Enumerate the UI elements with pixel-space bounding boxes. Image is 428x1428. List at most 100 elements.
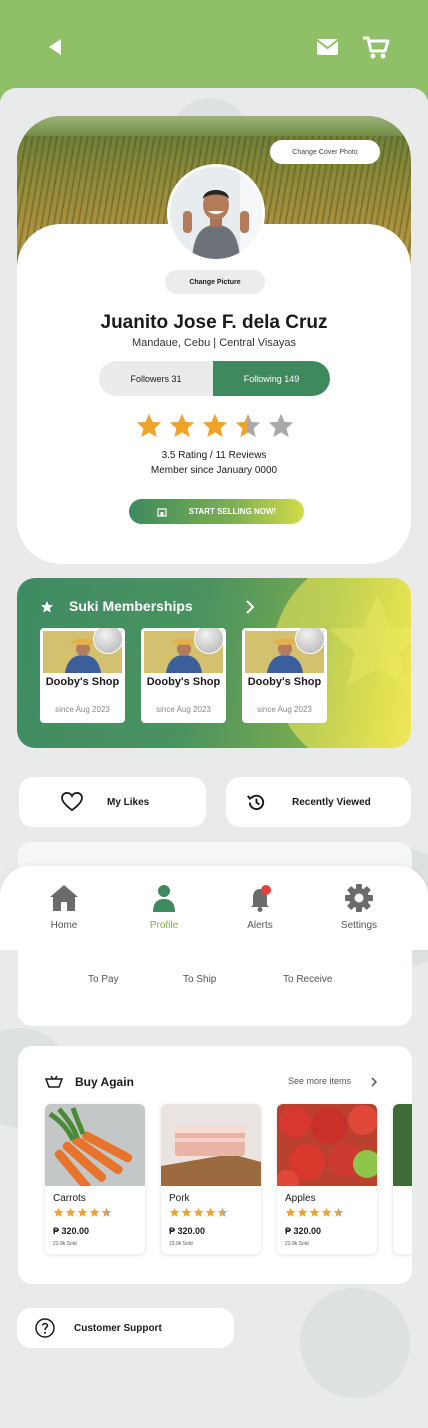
star-icon bbox=[53, 1207, 64, 1217]
suki-shop-card[interactable]: Dooby's Shop since Aug 2023 bbox=[242, 628, 327, 723]
basket-icon bbox=[45, 1075, 63, 1088]
nav-profile[interactable]: Profile bbox=[124, 884, 204, 931]
star-icon bbox=[65, 1207, 76, 1217]
home-icon bbox=[50, 885, 78, 911]
half-star-icon bbox=[101, 1207, 112, 1217]
star-icon bbox=[193, 1207, 204, 1217]
followers-button[interactable]: Followers 31 bbox=[99, 361, 213, 396]
help-icon bbox=[35, 1318, 55, 1338]
star-icon bbox=[77, 1207, 88, 1217]
buy-again-section: Buy Again See more items Carrots ₱ 320.0… bbox=[18, 1046, 412, 1284]
product-price: ₱ 320.00 bbox=[285, 1226, 322, 1236]
nav-alerts-label: Alerts bbox=[247, 920, 273, 931]
buy-again-title: Buy Again bbox=[75, 1075, 134, 1089]
product-image bbox=[277, 1104, 377, 1186]
cart-icon[interactable] bbox=[362, 36, 390, 60]
profile-card: Change Cover Photo Change Picture Juanit… bbox=[17, 116, 411, 564]
product-name: Pork bbox=[169, 1193, 190, 1204]
shop-since: since Aug 2023 bbox=[156, 705, 211, 714]
shop-name: Dooby's Shop bbox=[146, 676, 221, 688]
shop-name: Dooby's Shop bbox=[45, 676, 120, 688]
star-icon bbox=[285, 1207, 296, 1217]
star-icon bbox=[40, 600, 54, 613]
customer-support-button[interactable]: Customer Support bbox=[17, 1308, 234, 1348]
product-sold: 23.9k Sold bbox=[169, 1241, 193, 1247]
half-star-icon bbox=[235, 413, 261, 438]
suki-shop-card[interactable]: Dooby's Shop since Aug 2023 bbox=[141, 628, 226, 723]
rating-summary: 3.5 Rating / 11 Reviews bbox=[161, 450, 267, 461]
shop-name: Dooby's Shop bbox=[247, 676, 322, 688]
star-icon bbox=[309, 1207, 320, 1217]
to-pay-tab[interactable]: To Pay bbox=[88, 974, 119, 985]
mail-icon[interactable] bbox=[316, 38, 339, 56]
product-sold: 23.9k Sold bbox=[285, 1241, 309, 1247]
top-bar bbox=[0, 0, 428, 100]
nav-settings-label: Settings bbox=[340, 920, 378, 931]
member-since: Member since January 0000 bbox=[150, 465, 278, 476]
product-image bbox=[45, 1104, 145, 1186]
product-rating-stars bbox=[169, 1207, 231, 1219]
suki-title: Suki Memberships bbox=[69, 598, 193, 614]
product-price: ₱ 320.00 bbox=[53, 1226, 90, 1236]
suki-memberships-card[interactable]: Suki Memberships Dooby's Shop since Aug … bbox=[17, 578, 411, 748]
bottom-navigation: Home Profile Alerts Settings bbox=[0, 866, 428, 950]
product-name: Apples bbox=[285, 1193, 316, 1204]
product-card[interactable]: Pork ₱ 320.00 23.9k Sold bbox=[161, 1104, 261, 1254]
star-icon bbox=[169, 413, 195, 438]
following-button[interactable]: Following 149 bbox=[213, 361, 330, 396]
recently-viewed-button[interactable]: Recently Viewed bbox=[226, 777, 411, 827]
see-more-link[interactable]: See more items bbox=[288, 1076, 351, 1086]
shop-since: since Aug 2023 bbox=[55, 705, 110, 714]
product-card[interactable]: Apples ₱ 320.00 23.9k Sold bbox=[277, 1104, 377, 1254]
gear-icon bbox=[345, 884, 373, 912]
profile-name: Juanito Jose F. dela Cruz bbox=[100, 312, 328, 333]
profile-location: Mandaue, Cebu | Central Visayas bbox=[131, 337, 297, 349]
follow-toggle: Followers 31 Following 149 bbox=[99, 361, 330, 396]
rating-stars bbox=[135, 412, 295, 440]
my-likes-button[interactable]: My Likes bbox=[19, 777, 206, 827]
history-icon bbox=[247, 794, 265, 811]
star-icon bbox=[202, 413, 228, 438]
heart-icon bbox=[61, 792, 83, 812]
nav-home-label: Home bbox=[50, 920, 78, 931]
nav-home[interactable]: Home bbox=[24, 884, 104, 931]
product-image bbox=[161, 1104, 261, 1186]
back-arrow-icon[interactable] bbox=[47, 38, 63, 56]
star-icon bbox=[321, 1207, 332, 1217]
customer-support-label: Customer Support bbox=[74, 1322, 162, 1334]
product-image bbox=[393, 1104, 412, 1186]
star-icon bbox=[136, 413, 162, 438]
to-ship-tab[interactable]: To Ship bbox=[183, 974, 216, 985]
product-rating-stars bbox=[285, 1207, 347, 1219]
empty-star-icon bbox=[268, 413, 294, 438]
bell-icon bbox=[251, 885, 271, 912]
start-selling-button[interactable]: START SELLING NOW! bbox=[129, 499, 304, 524]
chevron-right-icon[interactable] bbox=[371, 1077, 378, 1087]
star-icon bbox=[297, 1207, 308, 1217]
orders-card: To Pay To Ship To Receive bbox=[18, 950, 412, 1026]
avatar bbox=[167, 164, 265, 262]
profile-icon bbox=[153, 885, 175, 912]
product-card[interactable]: Carrots ₱ 320.00 23.9k Sold bbox=[45, 1104, 145, 1254]
star-icon bbox=[169, 1207, 180, 1217]
star-icon bbox=[205, 1207, 216, 1217]
change-cover-button[interactable]: Change Cover Photo bbox=[270, 140, 380, 164]
half-star-icon bbox=[217, 1207, 228, 1217]
start-selling-label: START SELLING NOW! bbox=[188, 507, 277, 516]
to-receive-tab[interactable]: To Receive bbox=[283, 974, 332, 985]
product-rating-stars bbox=[53, 1207, 115, 1219]
recently-viewed-label: Recently Viewed bbox=[292, 796, 371, 808]
star-decoration-icon bbox=[328, 594, 411, 687]
nav-profile-label: Profile bbox=[149, 920, 179, 931]
change-picture-button[interactable]: Change Picture bbox=[165, 270, 265, 294]
suki-shop-card[interactable]: Dooby's Shop since Aug 2023 bbox=[40, 628, 125, 723]
star-icon bbox=[89, 1207, 100, 1217]
shop-since: since Aug 2023 bbox=[257, 705, 312, 714]
nav-settings[interactable]: Settings bbox=[319, 884, 399, 931]
star-icon bbox=[181, 1207, 192, 1217]
product-name: Carrots bbox=[53, 1193, 86, 1204]
chevron-right-icon[interactable] bbox=[245, 600, 255, 614]
store-icon bbox=[157, 507, 167, 517]
product-card-partial[interactable] bbox=[393, 1104, 412, 1254]
nav-alerts[interactable]: Alerts bbox=[220, 884, 300, 931]
